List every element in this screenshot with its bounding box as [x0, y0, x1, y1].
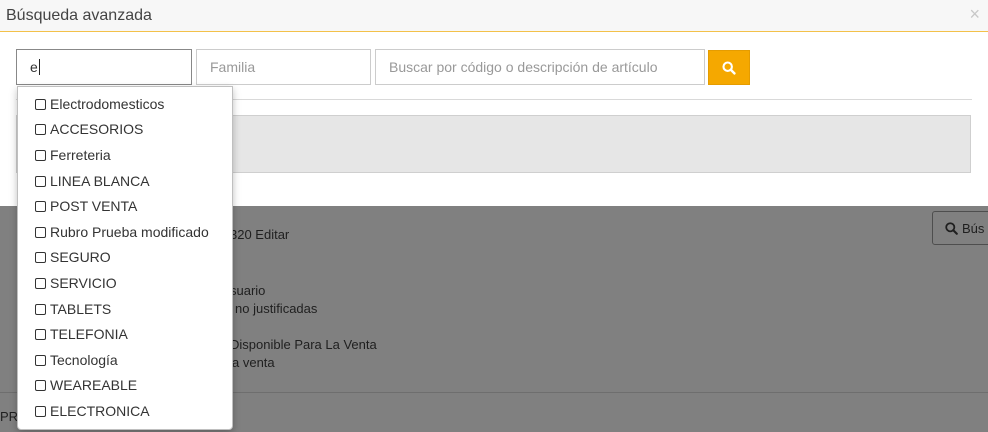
option-label: WEAREABLE: [50, 377, 138, 393]
checkbox[interactable]: [35, 405, 46, 417]
dropdown-option[interactable]: TELEFONIA: [35, 324, 128, 344]
dropdown-option[interactable]: LINEA BLANCA: [35, 171, 150, 191]
modal-header: Búsqueda avanzada: [0, 0, 988, 32]
option-label: SERVICIO: [50, 275, 117, 291]
dropdown-option[interactable]: ELECTRONICA: [35, 401, 150, 421]
search-button[interactable]: [708, 50, 750, 85]
dropdown-option[interactable]: Tecnología: [35, 350, 118, 370]
bg-editar-text: 320 Editar: [230, 227, 290, 242]
dropdown-option[interactable]: WEAREABLE: [35, 375, 137, 395]
dropdown-option[interactable]: TABLETS: [35, 299, 111, 319]
option-label: TABLETS: [50, 301, 112, 317]
article-search-input[interactable]: Buscar por código o descripción de artíc…: [375, 49, 705, 85]
bg-venta-text: a venta: [232, 355, 275, 370]
dropdown-option[interactable]: POST VENTA: [35, 196, 137, 216]
checkbox[interactable]: [35, 379, 46, 391]
bg-search-button-label: Bús: [962, 220, 985, 236]
checkbox[interactable]: [35, 251, 46, 263]
bg-disponible-text: Disponible Para La Venta: [230, 337, 377, 352]
bg-footer-text: PR: [0, 409, 19, 424]
search-icon: [722, 60, 736, 75]
option-label: SEGURO: [50, 249, 111, 265]
checkbox[interactable]: [35, 98, 46, 110]
familia-placeholder: Familia: [210, 59, 256, 75]
option-label: Electrodomesticos: [50, 96, 165, 112]
checkbox[interactable]: [35, 175, 46, 187]
checkbox[interactable]: [35, 149, 46, 161]
bg-justificadas-text: no justificadas: [235, 301, 318, 316]
option-label: ELECTRONICA: [50, 403, 150, 419]
close-icon[interactable]: ×: [969, 5, 980, 23]
familia-input[interactable]: Familia: [196, 49, 371, 85]
option-label: Tecnología: [50, 352, 118, 368]
dropdown-option[interactable]: Electrodomesticos: [35, 94, 164, 114]
dropdown-option[interactable]: Ferreteria: [35, 145, 111, 165]
rubro-input-value: e: [30, 59, 38, 75]
checkbox[interactable]: [35, 277, 46, 289]
modal-title: Búsqueda avanzada: [6, 6, 152, 24]
checkbox[interactable]: [35, 123, 46, 135]
dropdown-option[interactable]: SEGURO: [35, 247, 111, 267]
article-search-placeholder: Buscar por código o descripción de artíc…: [389, 59, 658, 75]
option-label: TELEFONIA: [50, 326, 128, 342]
dropdown-option[interactable]: ACCESORIOS: [35, 119, 143, 139]
checkbox[interactable]: [35, 226, 46, 238]
search-icon: [945, 221, 958, 235]
option-label: ACCESORIOS: [50, 121, 144, 137]
dropdown-option[interactable]: Rubro Prueba modificado: [35, 222, 209, 242]
bg-search-button: Bús: [932, 211, 988, 245]
checkbox[interactable]: [35, 303, 46, 315]
dropdown-option[interactable]: SERVICIO: [35, 273, 117, 293]
bg-usuario-text: suario: [230, 283, 266, 298]
checkbox[interactable]: [35, 328, 46, 340]
rubro-input[interactable]: e: [16, 49, 192, 85]
option-label: Rubro Prueba modificado: [50, 224, 209, 240]
option-label: Ferreteria: [50, 147, 111, 163]
checkbox[interactable]: [35, 200, 46, 212]
option-label: LINEA BLANCA: [50, 173, 150, 189]
checkbox[interactable]: [35, 354, 46, 366]
option-label: POST VENTA: [50, 198, 138, 214]
rubro-dropdown: Electrodomesticos ACCESORIOS Ferreteria …: [17, 86, 233, 430]
text-caret: [38, 59, 40, 75]
